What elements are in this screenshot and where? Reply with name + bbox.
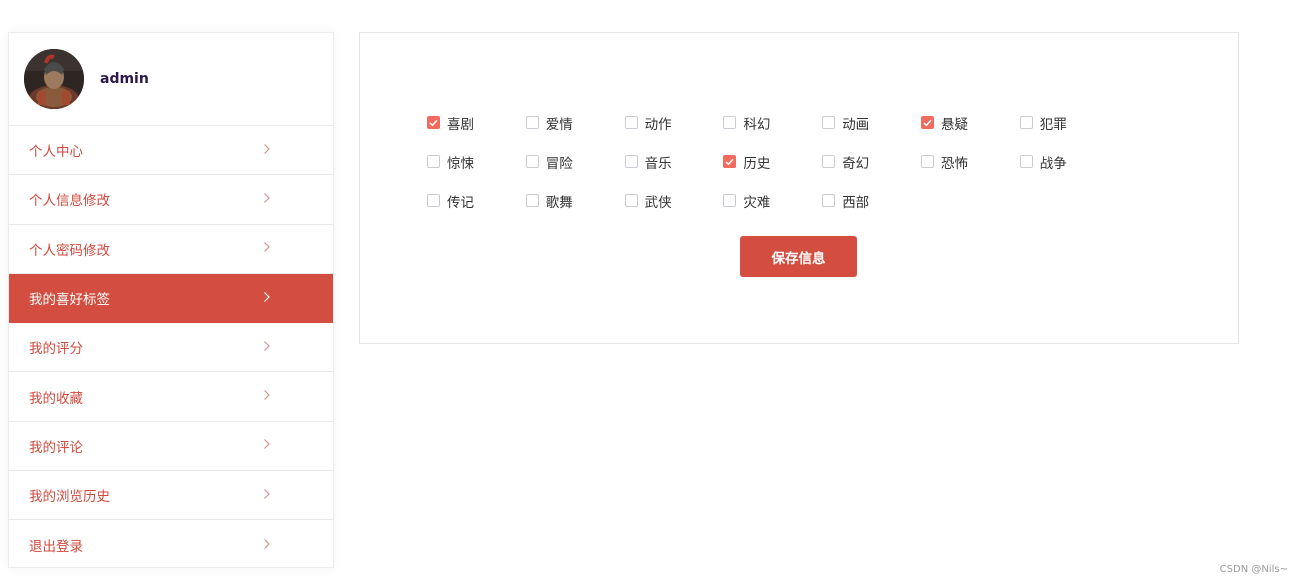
sidebar-item-label: 个人密码修改 [29,242,110,259]
save-button[interactable]: 保存信息 [740,236,857,277]
tag-checkbox-5[interactable]: 悬疑 [920,103,1020,142]
chevron-right-icon [263,389,271,404]
tag-checkbox-1[interactable]: 爱情 [525,103,625,142]
checkbox-unchecked-icon[interactable] [427,194,440,207]
sidebar-item-1[interactable]: 个人信息修改 [9,175,333,225]
sidebar-menu: 个人中心个人信息修改 个人密码修改 我的喜好标签 我的评分我的收藏我的评论我的浏览历史… [9,126,333,570]
tag-label: 惊悚 [447,155,474,172]
tag-label: 冒险 [545,155,573,172]
avatar[interactable] [24,49,84,109]
tag-label: 科幻 [743,116,771,133]
checkbox-unchecked-icon[interactable] [525,194,539,207]
tag-label: 恐怖 [940,155,968,172]
chevron-right-icon [263,291,271,306]
sidebar-item-label: 退出登录 [29,539,83,556]
checkbox-unchecked-icon[interactable] [1019,116,1033,129]
sidebar-item-8[interactable]: 退出登录 [9,520,333,569]
checkbox-unchecked-icon[interactable] [723,116,737,129]
avatar-image [24,49,84,109]
tag-label: 奇幻 [842,155,870,172]
tag-label: 西部 [842,194,870,211]
tag-checkbox-3[interactable]: 科幻 [723,103,822,142]
tag-checkbox-0[interactable]: 喜剧 [427,103,526,142]
chevron-right-icon [263,438,271,453]
tag-label: 传记 [447,194,474,211]
tag-label: 动作 [644,116,672,133]
chevron-right-icon [263,488,271,503]
sidebar-item-5[interactable]: 我的收藏 [9,372,333,422]
tag-checkbox-17[interactable]: 灾难 [723,181,822,220]
sidebar-item-0[interactable]: 个人中心 [9,126,333,176]
tag-checkbox-9[interactable]: 音乐 [624,142,724,181]
chevron-right-icon [263,192,271,207]
checkbox-unchecked-icon[interactable] [920,155,934,168]
tag-label: 悬疑 [940,116,968,133]
sidebar-item-label: 我的评分 [29,341,83,358]
tag-label: 歌舞 [545,194,573,211]
sidebar-item-label: 我的评论 [29,439,83,456]
tag-checkbox-15[interactable]: 歌舞 [525,181,625,220]
checkbox-unchecked-icon[interactable] [624,194,638,207]
tag-checkbox-18[interactable]: 西部 [822,181,921,220]
page: admin 个人中心个人信息修改 个人密码修改 我的喜好标签 我的评分我的收藏我的评论… [0,0,1302,583]
checkbox-checked-icon[interactable] [920,116,934,129]
checkbox-unchecked-icon[interactable] [822,116,836,129]
checkbox-unchecked-icon[interactable] [624,116,638,129]
sidebar-item-2[interactable]: 个人密码修改 [9,225,333,274]
checkbox-unchecked-icon[interactable] [525,155,539,168]
username: admin [100,71,149,87]
sidebar-item-label: 我的喜好标签 [29,292,110,309]
tag-checkbox-13[interactable]: 战争 [1019,142,1119,181]
tag-checkbox-2[interactable]: 动作 [624,103,724,142]
sidebar-item-label: 个人信息修改 [29,193,110,210]
chevron-right-icon [263,143,271,158]
tag-label: 动画 [842,116,870,133]
sidebar-item-label: 个人中心 [29,144,83,161]
checkbox-unchecked-icon[interactable] [1019,155,1033,168]
tag-checkbox-7[interactable]: 惊悚 [427,142,526,181]
sidebar-item-3[interactable]: 我的喜好标签 [9,273,333,324]
tag-label: 灾难 [743,194,771,211]
sidebar-item-label: 我的浏览历史 [29,489,110,506]
tag-checkbox-16[interactable]: 武侠 [624,181,724,220]
checkbox-unchecked-icon[interactable] [427,155,440,168]
tag-checkbox-12[interactable]: 恐怖 [920,142,1020,181]
tag-label: 历史 [743,155,771,172]
chevron-right-icon [263,340,271,355]
profile-header: admin [9,33,333,126]
tag-label: 犯罪 [1039,116,1067,133]
tag-label: 战争 [1039,155,1067,172]
checkbox-checked-icon[interactable] [427,116,440,129]
sidebar-item-label: 我的收藏 [29,390,83,407]
sidebar-item-6[interactable]: 我的评论 [9,422,333,472]
tag-checkbox-8[interactable]: 冒险 [525,142,625,181]
checkbox-unchecked-icon[interactable] [723,194,737,207]
sidebar-item-7[interactable]: 我的浏览历史 [9,471,333,521]
checkbox-unchecked-icon[interactable] [822,194,836,207]
sidebar: admin 个人中心个人信息修改 个人密码修改 我的喜好标签 我的评分我的收藏我的评论… [8,32,334,568]
sidebar-item-4[interactable]: 我的评分 [9,323,333,373]
checkbox-unchecked-icon[interactable] [525,116,539,129]
checkbox-unchecked-icon[interactable] [624,155,638,168]
tag-checkbox-6[interactable]: 犯罪 [1019,103,1119,142]
chevron-right-icon [263,241,271,256]
tag-label: 音乐 [644,155,672,172]
tag-label: 爱情 [545,116,573,133]
checkbox-unchecked-icon[interactable] [822,155,836,168]
tag-checkbox-4[interactable]: 动画 [822,103,921,142]
tag-label: 武侠 [644,194,672,211]
tag-checkbox-11[interactable]: 奇幻 [822,142,921,181]
chevron-right-icon [263,538,271,553]
tag-checkbox-grid: 喜剧 爱情 动作 科幻 动画 悬疑 犯罪惊悚 冒险 音乐 历史 奇幻 恐怖 战争传记 歌舞 武侠 灾难 西部 [427,103,1119,220]
tag-checkbox-10[interactable]: 历史 [723,142,822,181]
preference-tags-panel: 喜剧 爱情 动作 科幻 动画 悬疑 犯罪惊悚 冒险 音乐 历史 奇幻 恐怖 战争传记 歌舞 武侠 灾难 西部 保… [359,32,1239,344]
tag-checkbox-14[interactable]: 传记 [427,181,526,220]
checkbox-checked-icon[interactable] [723,155,737,168]
tag-label: 喜剧 [447,116,474,133]
watermark: CSDN @Nils~ [1219,564,1288,575]
